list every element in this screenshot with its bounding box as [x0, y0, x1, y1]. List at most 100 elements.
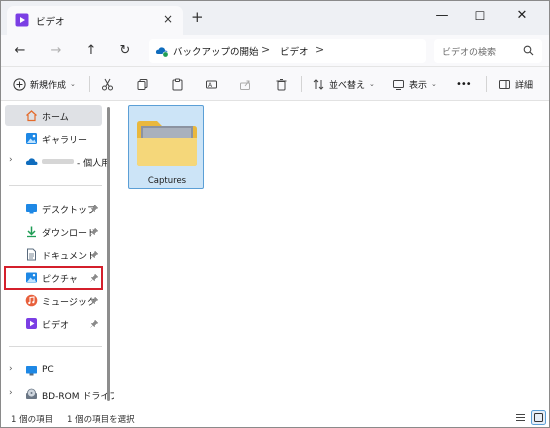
pc-icon [26, 366, 37, 376]
minimize-button[interactable]: — [423, 4, 461, 28]
sidebar-item-documents[interactable]: ドキュメント [5, 244, 102, 265]
file-explorer-window: ビデオ × + — ☐ ✕ ← → ↑ ↻ バックアップの開始 > ビデオ > … [0, 0, 550, 428]
sidebar-item-home[interactable]: ホーム [5, 105, 102, 126]
view-button[interactable]: 表示 ⌄ [392, 74, 437, 94]
details-label: 詳細 [515, 80, 534, 91]
sidebar-item-bd-rom[interactable]: › BD-ROM ドライブ [5, 384, 118, 405]
command-bar: 新規作成 ⌄ A 並べ替え ⌄ 表示 ⌄ ••• 詳細 [1, 67, 549, 101]
sidebar-item-label: ミュージック [42, 298, 96, 308]
chevron-down-icon: ⌄ [70, 80, 76, 88]
details-button[interactable]: 詳細 [498, 74, 533, 94]
sidebar-item-label: ダウンロード [42, 229, 97, 239]
navigation-bar: ← → ↑ ↻ バックアップの開始 > ビデオ > ビデオの検索 [1, 35, 549, 67]
music-icon [25, 294, 38, 307]
breadcrumb-backup[interactable]: バックアップの開始 [173, 44, 259, 58]
sidebar-item-downloads[interactable]: ダウンロード [5, 221, 102, 242]
sort-button[interactable]: 並べ替え ⌄ [312, 74, 375, 94]
share-icon [240, 80, 250, 90]
toolbar-divider [89, 76, 90, 92]
maximize-button[interactable]: ☐ [461, 4, 499, 28]
status-bar: 1 個の項目 1 個の項目を選択 [1, 409, 549, 427]
new-tab-button[interactable]: + [191, 9, 204, 25]
back-button[interactable]: ← [10, 41, 30, 61]
plus-circle-icon [13, 77, 26, 91]
forward-button[interactable]: → [46, 41, 66, 61]
download-icon [27, 226, 36, 238]
home-icon [26, 110, 37, 122]
search-icon [523, 45, 534, 56]
toolbar-divider [301, 76, 302, 92]
sort-icon [313, 78, 324, 90]
onedrive-cloud-icon [25, 158, 38, 165]
pin-icon[interactable] [90, 319, 99, 328]
pin-icon[interactable] [90, 296, 99, 305]
sidebar-item-label: ビデオ [42, 321, 70, 331]
close-button[interactable]: ✕ [503, 4, 541, 28]
expand-chevron-icon[interactable]: › [9, 155, 13, 165]
sidebar-divider [9, 185, 102, 186]
copy-button[interactable] [136, 74, 149, 94]
new-button[interactable]: 新規作成 ⌄ [13, 74, 76, 94]
refresh-button[interactable]: ↻ [115, 41, 135, 61]
new-label: 新規作成 [30, 80, 67, 91]
up-button[interactable]: ↑ [81, 41, 101, 61]
trash-icon [276, 78, 287, 90]
desktop-icon [26, 204, 37, 214]
breadcrumb-video[interactable]: ビデオ [280, 44, 309, 58]
delete-button[interactable] [275, 74, 288, 94]
sort-label: 並べ替え [329, 80, 366, 91]
details-pane-icon [499, 79, 510, 89]
tab-video[interactable]: ビデオ × [7, 6, 183, 35]
sidebar-item-label: ホーム [42, 113, 69, 123]
copy-icon [137, 78, 148, 90]
view-icon [393, 79, 404, 90]
search-box[interactable]: ビデオの検索 [434, 39, 542, 63]
paste-icon [172, 78, 183, 90]
sidebar-divider [9, 346, 102, 347]
item-count: 1 個の項目 [11, 415, 54, 425]
pin-icon[interactable] [90, 204, 99, 213]
selection-count: 1 個の項目を選択 [67, 415, 135, 425]
pin-icon[interactable] [90, 250, 99, 259]
folder-item-captures[interactable]: Captures [128, 105, 204, 189]
rename-button[interactable]: A [205, 74, 218, 94]
tab-close-icon[interactable]: × [163, 11, 173, 27]
sidebar-item-label: ドキュメント [42, 252, 97, 262]
details-view-icon[interactable] [513, 410, 528, 425]
more-options-button[interactable]: ••• [456, 74, 472, 94]
sidebar-item-onedrive[interactable]: › - 個人用 [5, 151, 110, 172]
breadcrumb-chevron-icon[interactable]: > [261, 43, 270, 56]
sidebar-scrollbar[interactable] [107, 107, 110, 401]
folder-icon [137, 121, 197, 166]
expand-chevron-icon[interactable]: › [9, 388, 13, 398]
pictures-highlight-box [4, 266, 103, 290]
pin-icon[interactable] [90, 227, 99, 236]
sidebar-item-music[interactable]: ミュージック [5, 290, 102, 311]
cut-button[interactable] [101, 74, 114, 94]
cut-icon [102, 78, 113, 90]
breadcrumb-chevron-icon[interactable]: > [315, 43, 324, 56]
file-list: Captures [114, 101, 549, 409]
expand-chevron-icon[interactable]: › [9, 364, 13, 374]
onedrive-backup-icon [155, 47, 169, 58]
view-label: 表示 [409, 80, 428, 91]
large-icons-view-icon[interactable] [531, 410, 546, 425]
sidebar-item-pc[interactable]: › PC [5, 360, 102, 381]
sidebar-item-label: デスクトップ [42, 206, 97, 216]
sidebar-item-videos[interactable]: ビデオ [5, 313, 102, 334]
share-button[interactable] [239, 74, 252, 94]
search-placeholder: ビデオの検索 [442, 48, 497, 58]
toolbar-divider [486, 76, 487, 92]
address-bar[interactable]: バックアップの開始 > ビデオ > [149, 39, 426, 63]
sidebar-item-label: ギャラリー [42, 136, 88, 146]
paste-button[interactable] [171, 74, 184, 94]
navigation-pane: ホーム ギャラリー › - 個人用 デスクトップ ダウンロード ドキュメント ピ… [1, 101, 118, 409]
chevron-down-icon: ⌄ [431, 80, 437, 88]
video-icon [26, 318, 37, 329]
tab-title: ビデオ [36, 17, 65, 28]
sidebar-item-gallery[interactable]: ギャラリー [5, 128, 102, 149]
document-icon [27, 248, 36, 261]
sidebar-item-desktop[interactable]: デスクトップ [5, 198, 102, 219]
folder-name: Captures [147, 176, 187, 186]
disc-drive-icon [26, 388, 37, 399]
